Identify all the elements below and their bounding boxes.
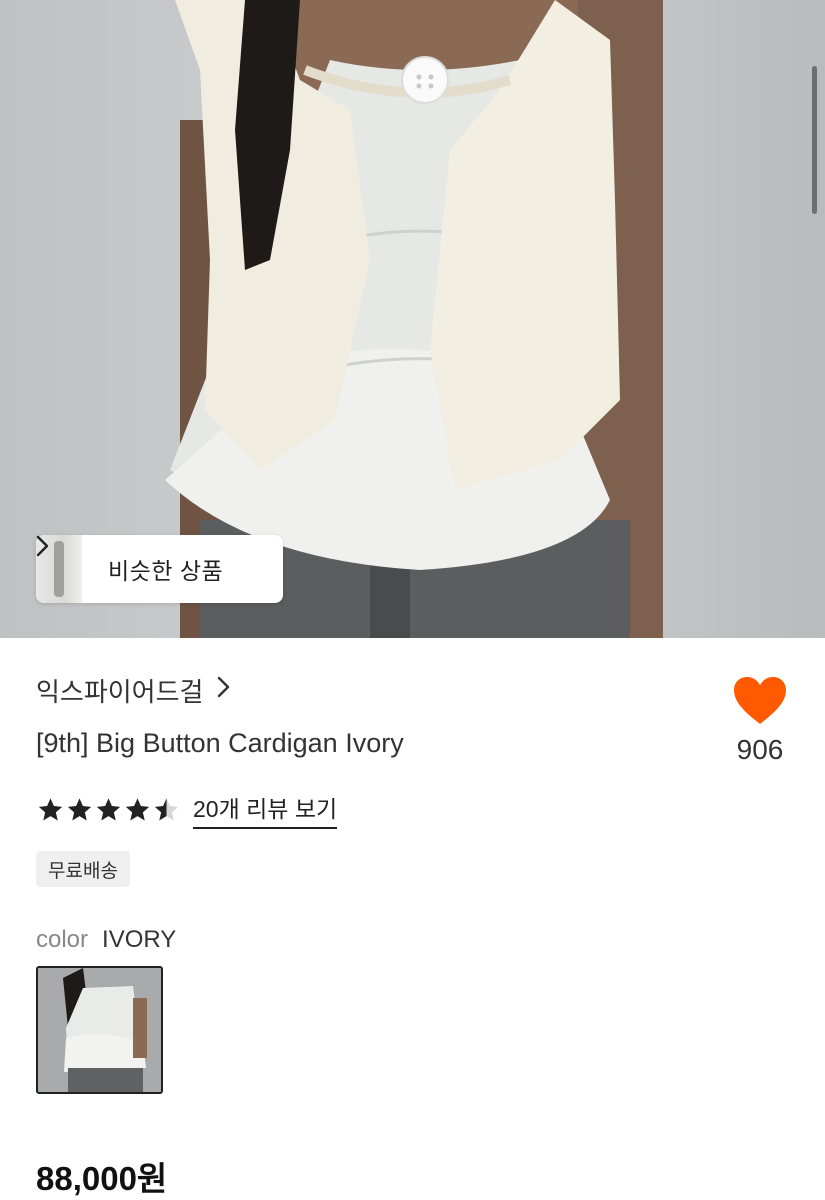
color-swatch-ivory[interactable] (36, 966, 163, 1094)
star-icon-1 (38, 797, 63, 820)
star-icon-3 (96, 797, 121, 820)
product-price: 88,000원 (36, 1160, 168, 1197)
star-icon-2 (67, 797, 92, 820)
like-count: 906 (736, 734, 784, 765)
free-shipping-badge: 무료배송 (36, 851, 130, 887)
similar-products-button[interactable]: 비슷한 상품 (36, 535, 283, 603)
chevron-right-icon (217, 675, 231, 706)
brand-name: 익스파이어드걸 (36, 677, 204, 707)
brand-link[interactable]: 익스파이어드걸 (36, 672, 231, 709)
swatch-photo (38, 968, 161, 1092)
heart-icon (734, 677, 786, 724)
scrollbar[interactable] (812, 66, 817, 214)
star-icon-4 (125, 797, 150, 820)
like-button[interactable]: 906 (720, 676, 800, 766)
view-reviews-link[interactable]: 20개 리뷰 보기 (193, 790, 338, 829)
rating-stars (36, 796, 181, 824)
product-hero-image[interactable]: 비슷한 상품 (0, 0, 825, 638)
half-star-icon (154, 797, 179, 820)
similar-products-label: 비슷한 상품 (108, 558, 224, 584)
rating-row: 20개 리뷰 보기 (36, 790, 338, 829)
product-title: [9th] Big Button Cardigan Ivory (36, 728, 404, 758)
color-value: IVORY (102, 926, 177, 953)
color-label: color (36, 926, 89, 953)
color-option-row: color IVORY (36, 926, 176, 954)
